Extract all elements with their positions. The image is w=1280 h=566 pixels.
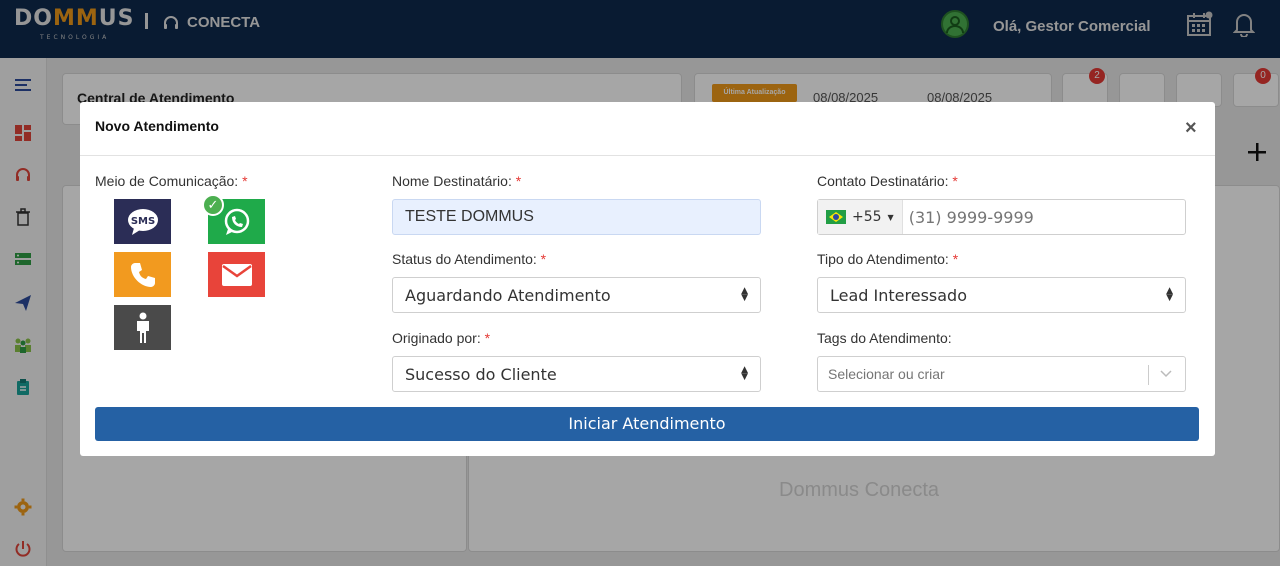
- caret-down-icon: ▼: [887, 212, 894, 222]
- nome-input[interactable]: TESTE DOMMUS: [392, 199, 761, 235]
- whatsapp-icon: [224, 208, 249, 235]
- origem-label: Originado por: *: [392, 330, 491, 346]
- new-atendimento-modal: Novo Atendimento × Meio de Comunicação: …: [80, 102, 1215, 456]
- tags-separator: [1148, 365, 1149, 385]
- meio-presencial-button[interactable]: [114, 305, 171, 350]
- modal-title: Novo Atendimento: [95, 118, 219, 134]
- modal-header: Novo Atendimento ×: [80, 102, 1215, 156]
- nome-value: TESTE DOMMUS: [405, 208, 534, 225]
- close-icon[interactable]: ×: [1185, 118, 1197, 138]
- selected-check-icon: ✓: [202, 194, 224, 216]
- select-arrows-icon: ▲ ▼: [1166, 286, 1173, 303]
- phone-icon: [130, 262, 155, 287]
- country-code: +55: [852, 209, 882, 225]
- nome-label: Nome Destinatário: *: [392, 173, 522, 189]
- select-arrows-icon: ▲ ▼: [741, 365, 748, 382]
- meio-label: Meio de Comunicação: *: [95, 173, 248, 189]
- tags-label: Tags do Atendimento:: [817, 330, 952, 346]
- country-selector[interactable]: +55 ▼: [818, 200, 903, 234]
- select-arrows-icon: ▲ ▼: [741, 286, 748, 303]
- chevron-down-icon[interactable]: [1159, 366, 1173, 382]
- status-value: Aguardando Atendimento: [405, 285, 611, 305]
- sms-icon: SMS: [127, 208, 158, 235]
- status-select[interactable]: Aguardando Atendimento ▲ ▼: [392, 277, 761, 313]
- tags-input[interactable]: [828, 366, 1128, 382]
- origem-value: Sucesso do Cliente: [405, 364, 557, 384]
- tipo-label: Tipo do Atendimento: *: [817, 251, 959, 267]
- tipo-select[interactable]: Lead Interessado ▲ ▼: [817, 277, 1186, 313]
- meio-phone-button[interactable]: [114, 252, 171, 297]
- iniciar-atendimento-button[interactable]: Iniciar Atendimento: [95, 407, 1199, 441]
- tags-select[interactable]: [817, 356, 1186, 392]
- meio-sms-button[interactable]: SMS: [114, 199, 171, 244]
- brazil-flag-icon: [826, 210, 846, 224]
- email-icon: [221, 263, 252, 286]
- meio-email-button[interactable]: [208, 252, 265, 297]
- person-icon: [136, 312, 149, 343]
- sms-icon-text: SMS: [130, 216, 154, 227]
- origem-select[interactable]: Sucesso do Cliente ▲ ▼: [392, 356, 761, 392]
- phone-input[interactable]: [908, 207, 1169, 227]
- contato-field: +55 ▼: [817, 199, 1186, 235]
- contato-label: Contato Destinatário: *: [817, 173, 958, 189]
- status-label: Status do Atendimento: *: [392, 251, 547, 267]
- tipo-value: Lead Interessado: [830, 285, 967, 305]
